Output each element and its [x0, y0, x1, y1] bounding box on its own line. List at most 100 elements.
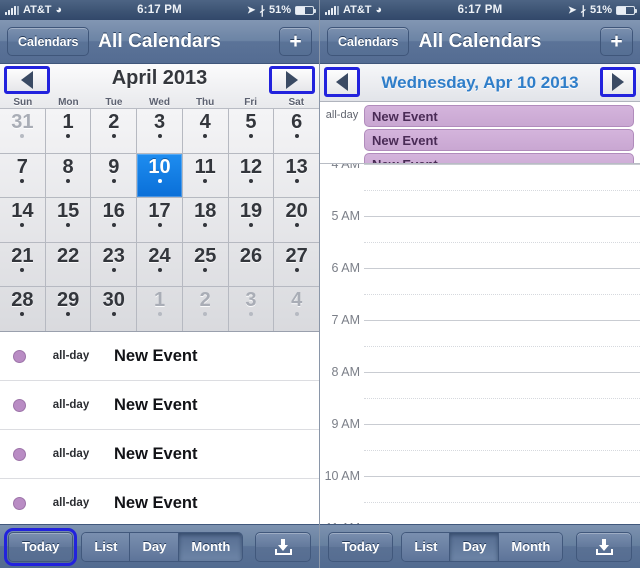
calendar-day-cell[interactable]: 30	[91, 287, 138, 331]
calendar-day-cell[interactable]: 8	[46, 153, 92, 198]
event-title: New Event	[114, 346, 198, 365]
hour-gridline	[364, 164, 640, 165]
calendar-day-cell-selected[interactable]: 10	[137, 153, 183, 198]
calendar-day-cell[interactable]: 25	[183, 242, 229, 287]
event-indicator-dot	[248, 223, 253, 228]
segment-day[interactable]: Day	[130, 532, 180, 561]
calendar-day-cell[interactable]: 28	[0, 287, 46, 331]
calendar-day-cell[interactable]: 18	[183, 198, 229, 242]
calendar-day-cell[interactable]: 2	[183, 287, 229, 331]
calendar-day-cell[interactable]: 29	[46, 287, 92, 331]
event-list-row[interactable]: all-day New Event	[0, 332, 319, 381]
timeline-hour-row[interactable]: 7 AM	[320, 313, 640, 372]
calendar-day-cell[interactable]: 23	[91, 242, 138, 287]
day-number: 19	[239, 200, 263, 223]
event-indicator-dot	[294, 223, 299, 228]
all-day-event-chip[interactable]: New Event	[364, 153, 634, 163]
timeline-hour-row[interactable]: 8 AM	[320, 365, 640, 424]
timeline-hour-row[interactable]: 5 AM	[320, 209, 640, 268]
calendar-day-cell[interactable]: 14	[0, 198, 46, 242]
view-mode-segmented-control-right[interactable]: List Day Month	[401, 531, 564, 562]
calendar-day-cell[interactable]: 22	[46, 242, 92, 287]
calendar-day-cell[interactable]: 19	[229, 198, 275, 242]
hour-gridline	[364, 476, 640, 477]
event-indicator-dot	[294, 178, 299, 183]
right-pane-day-view: AT&T ◕ 6:17 PM ➤ ∤ 51% Calendars All Cal…	[320, 0, 640, 568]
day-number: 21	[11, 244, 34, 267]
calendar-day-cell[interactable]: 21	[0, 242, 46, 287]
next-day-button[interactable]	[600, 67, 636, 97]
calendar-color-dot	[13, 398, 26, 412]
segment-day[interactable]: Day	[450, 532, 500, 561]
next-month-button[interactable]	[269, 66, 315, 94]
all-day-event-chip[interactable]: New Event	[364, 105, 634, 127]
navigation-bar-left: Calendars All Calendars +	[0, 20, 319, 64]
segment-month[interactable]: Month	[499, 532, 563, 561]
calendars-back-button[interactable]: Calendars	[327, 27, 410, 56]
bluetooth-icon: ∤	[580, 4, 586, 17]
day-timeline[interactable]: 4 AM 5 AM 6 AM 7 AM 8 AM 9 AM 10 AM 11 AM	[320, 164, 640, 524]
timeline-hour-row[interactable]: 4 AM	[320, 164, 640, 216]
battery-icon	[295, 5, 316, 15]
today-button[interactable]: Today	[328, 531, 394, 562]
calendar-day-cell[interactable]: 26	[229, 242, 275, 287]
add-event-button[interactable]: +	[279, 27, 312, 56]
calendar-day-cell[interactable]: 4	[183, 109, 229, 153]
day-number: 15	[56, 200, 80, 223]
event-indicator-dot	[248, 134, 253, 138]
calendar-day-cell[interactable]: 27	[274, 243, 319, 287]
day-number: 14	[11, 200, 34, 223]
previous-month-button[interactable]	[4, 66, 50, 94]
calendar-day-cell[interactable]: 16	[91, 198, 138, 242]
segment-list[interactable]: List	[402, 532, 451, 561]
calendar-day-cell[interactable]: 20	[274, 198, 319, 242]
calendars-back-button[interactable]: Calendars	[7, 27, 90, 56]
segment-month[interactable]: Month	[179, 532, 243, 561]
hour-label: 8 AM	[331, 365, 361, 379]
event-indicator-dot	[66, 223, 71, 228]
location-arrow-icon: ➤	[567, 4, 577, 16]
calendar-day-cell[interactable]: 11	[183, 153, 229, 198]
calendar-day-cell[interactable]: 17	[137, 198, 183, 242]
event-list-row[interactable]: all-day New Event	[0, 430, 319, 479]
previous-day-button[interactable]	[324, 67, 360, 97]
day-number: 26	[239, 244, 263, 267]
calendar-day-cell[interactable]: 12	[229, 153, 275, 198]
calendar-day-cell[interactable]: 4	[274, 287, 319, 331]
event-list-row[interactable]: all-day New Event	[0, 381, 319, 430]
timeline-hour-row[interactable]: 9 AM	[320, 417, 640, 476]
event-list-row[interactable]: all-day New Event	[0, 479, 319, 524]
calendar-week-row: 28 29 30 1 2 3 4	[0, 287, 319, 331]
calendar-day-cell[interactable]: 3	[137, 109, 183, 153]
event-indicator-dot	[248, 312, 253, 317]
bottom-toolbar-left: Today List Day Month	[0, 524, 319, 568]
event-list: all-day New Event all-day New Event all-day N…	[0, 332, 319, 524]
event-indicator-dot	[20, 312, 25, 317]
calendar-day-cell[interactable]: 2	[91, 109, 138, 153]
export-button[interactable]	[255, 531, 311, 562]
day-number: 29	[56, 289, 80, 312]
calendar-day-cell[interactable]: 5	[229, 109, 275, 153]
calendar-day-cell[interactable]: 13	[274, 154, 319, 198]
calendar-day-cell[interactable]: 1	[137, 287, 183, 331]
calendar-day-cell[interactable]: 15	[46, 198, 92, 242]
segment-list[interactable]: List	[82, 532, 131, 561]
day-number: 6	[291, 111, 303, 133]
view-mode-segmented-control-left[interactable]: List Day Month	[81, 531, 244, 562]
export-button[interactable]	[576, 531, 632, 562]
timeline-hour-row[interactable]: 6 AM	[320, 261, 640, 320]
calendar-day-cell[interactable]: 9	[91, 153, 138, 198]
calendar-day-cell[interactable]: 7	[0, 153, 46, 198]
today-button[interactable]: Today	[3, 527, 78, 566]
timeline-hour-row[interactable]: 10 AM	[320, 469, 640, 524]
all-day-event-chip[interactable]: New Event	[364, 129, 634, 151]
calendar-day-cell[interactable]: 1	[46, 109, 92, 153]
add-event-button[interactable]: +	[600, 27, 633, 56]
download-icon	[274, 538, 292, 555]
calendar-day-cell[interactable]: 3	[229, 287, 275, 331]
calendar-day-cell[interactable]: 6	[274, 109, 319, 153]
calendar-day-cell[interactable]: 24	[137, 242, 183, 287]
calendar-day-cell[interactable]: 31	[0, 109, 46, 153]
chevron-left-icon	[21, 71, 33, 89]
event-indicator-dot	[111, 312, 116, 317]
